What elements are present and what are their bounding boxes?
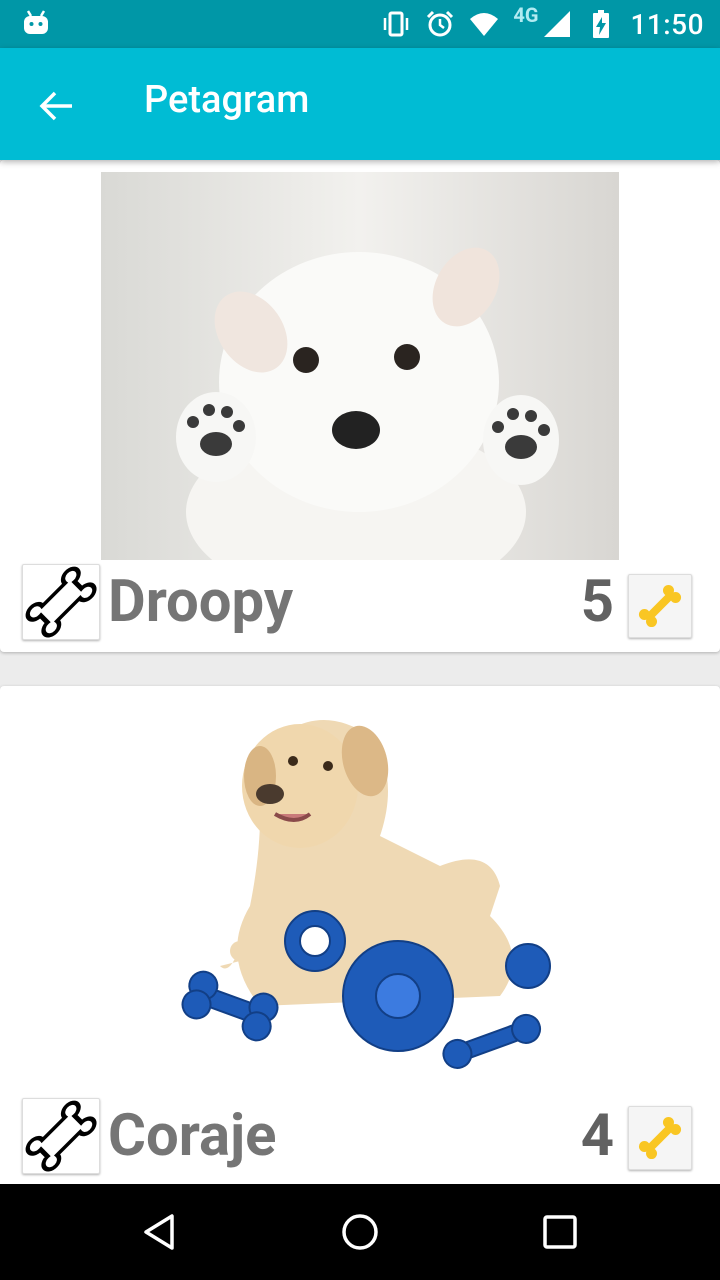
bone-outline-icon [25,1100,97,1172]
wifi-icon [470,13,499,36]
app-bar: Petagram [0,48,720,160]
vibrate-icon [384,11,409,37]
like-count: 4 [580,1102,614,1170]
pet-card: Coraje 4 [0,686,720,1184]
alarm-icon [427,10,454,37]
rate-bone-button[interactable] [22,1098,100,1174]
app-title: Petagram [144,78,310,122]
rate-bone-button[interactable] [22,564,100,640]
white-puppy-photo [101,172,619,560]
signal-icon [544,11,571,37]
arrow-back-icon[interactable] [36,86,76,126]
status-bar: 4G 11:50 [0,0,720,48]
battery-charging-icon [593,10,610,38]
pet-name: Coraje [108,1102,277,1170]
pet-card: Droopy 5 [0,160,720,652]
bone-outline-icon [25,566,97,638]
like-bone-badge [628,1106,692,1170]
back-triangle-icon[interactable] [138,1210,182,1254]
android-icon [24,10,48,34]
bone-yellow-icon [638,1116,682,1160]
like-count: 5 [580,568,614,636]
pet-name: Droopy [108,568,294,636]
like-bone-badge [628,574,692,638]
bone-yellow-icon [638,584,682,628]
system-nav-bar [0,1184,720,1280]
pet-list[interactable]: Droopy 5 Coraje 4 [0,160,720,1184]
recents-square-icon[interactable] [538,1210,582,1254]
home-circle-icon[interactable] [338,1210,382,1254]
labrador-with-toys-photo [110,696,610,1096]
clock: 11:50 [630,7,704,41]
network-type: 4G [513,3,539,27]
